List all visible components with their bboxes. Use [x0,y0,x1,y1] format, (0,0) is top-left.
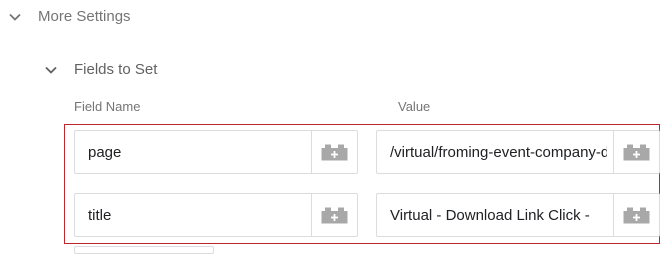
field-name-input-row-1[interactable] [74,130,358,174]
field-name-column-header: Field Name [74,99,141,114]
fields-to-set-title[interactable]: Fields to Set [74,61,157,78]
add-variable-brick-icon [321,144,348,160]
more-settings-chevron-down-icon[interactable] [8,10,22,24]
value-column-header: Value [398,99,431,114]
add-variable-brick-icon [321,207,348,223]
more-settings-title[interactable]: More Settings [38,8,131,25]
field-name-input-row-2[interactable] [74,193,358,237]
add-variable-brick-icon [623,207,650,223]
field-name-text-row-2[interactable] [75,194,313,236]
add-row-button[interactable] [74,246,214,254]
field-value-input-row-2[interactable] [376,193,660,237]
add-variable-button-name-row-2[interactable] [311,194,357,236]
field-value-text-row-2[interactable] [377,194,607,236]
field-value-input-row-1[interactable] [376,130,660,174]
add-variable-button-value-row-2[interactable] [613,194,659,236]
field-name-text-row-1[interactable] [75,131,313,173]
add-variable-button-value-row-1[interactable] [613,131,659,173]
fields-to-set-chevron-down-icon[interactable] [44,63,58,77]
field-value-text-row-1[interactable] [377,131,607,173]
add-variable-brick-icon [623,144,650,160]
add-variable-button-name-row-1[interactable] [311,131,357,173]
